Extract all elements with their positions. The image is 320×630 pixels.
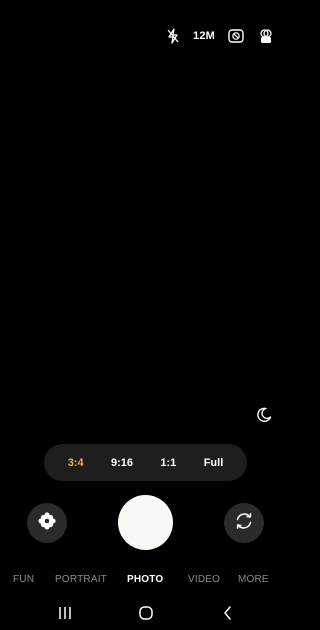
moon-icon[interactable] <box>255 406 273 424</box>
resolution-button[interactable]: 12M <box>193 24 215 48</box>
flash-off-icon[interactable] <box>165 24 181 48</box>
aspect-ratio-selector: 3:4 9:16 1:1 Full <box>44 444 247 481</box>
system-navigation-bar <box>0 600 291 626</box>
mode-video[interactable]: VIDEO <box>188 574 220 585</box>
ratio-option-9-16[interactable]: 9:16 <box>105 453 139 473</box>
resolution-label: 12M <box>193 30 215 42</box>
home-icon[interactable] <box>136 603 156 623</box>
ratio-option-full[interactable]: Full <box>198 453 230 473</box>
shutter-button[interactable] <box>118 495 173 550</box>
mode-photo[interactable]: PHOTO <box>127 574 163 585</box>
switch-camera-button[interactable] <box>224 503 264 543</box>
recents-icon[interactable] <box>55 603 75 623</box>
capture-controls <box>0 495 291 551</box>
ratio-option-1-1[interactable]: 1:1 <box>154 453 182 473</box>
switch-camera-icon <box>233 510 255 537</box>
flower-icon <box>37 511 57 536</box>
ratio-option-3-4[interactable]: 3:4 <box>62 453 90 473</box>
mode-more[interactable]: MORE <box>238 574 269 585</box>
camera-mode-carousel: FUN PORTRAIT PHOTO VIDEO MORE <box>0 574 291 588</box>
camera-settings-bar: 12M <box>165 24 275 48</box>
back-icon[interactable] <box>218 603 238 623</box>
filter-icon[interactable] <box>257 24 275 48</box>
mode-portrait[interactable]: PORTRAIT <box>55 574 107 585</box>
mode-fun[interactable]: FUN <box>13 574 34 585</box>
motion-photo-icon[interactable] <box>227 24 245 48</box>
effects-button[interactable] <box>27 503 67 543</box>
